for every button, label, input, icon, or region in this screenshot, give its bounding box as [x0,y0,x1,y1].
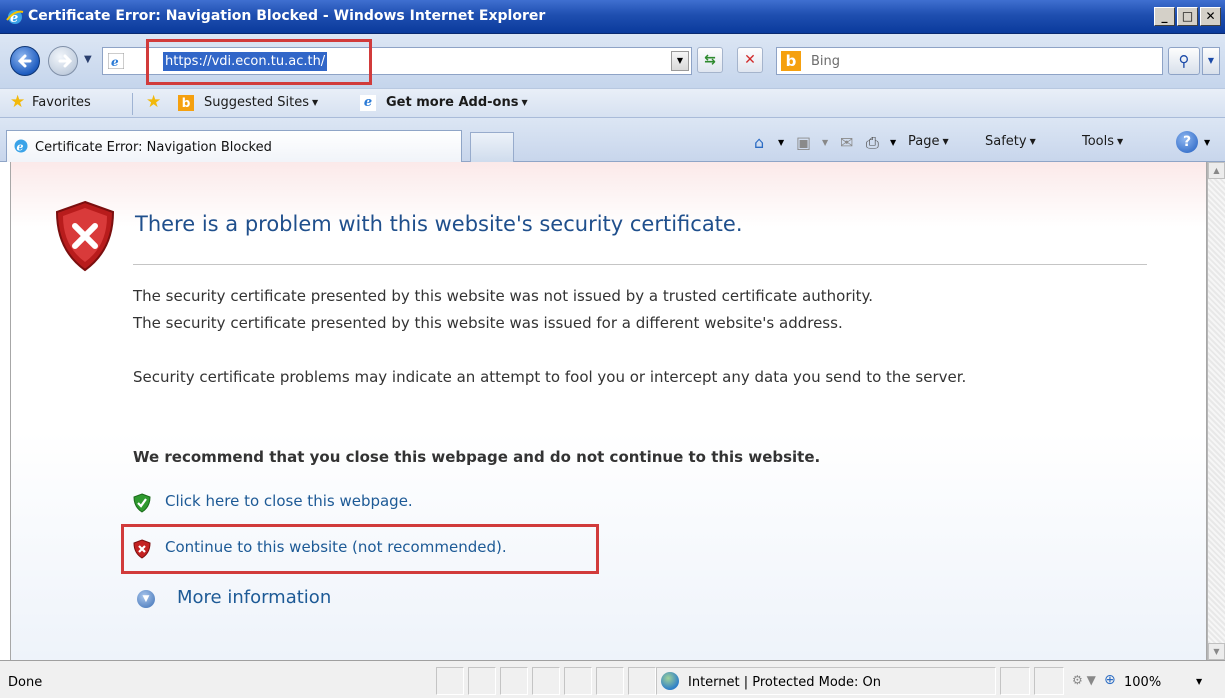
print-dropdown[interactable]: ▼ [890,138,896,147]
recommendation-text: We recommend that you close this webpage… [133,448,821,466]
zoom-dropdown[interactable]: ▼ [1196,677,1202,686]
status-panel [564,667,592,695]
window-title: Certificate Error: Navigation Blocked - … [28,8,546,24]
ie-page-icon: e [108,53,124,69]
search-placeholder[interactable]: Bing [811,54,840,69]
print-icon[interactable]: ⎙ [866,133,879,153]
status-panel [532,667,560,695]
popup-blocker-icon[interactable]: ⚙ ▼ [1072,673,1096,687]
cert-reason-2: The security certificate presented by th… [133,314,843,332]
page-menu[interactable]: Page ▼ [908,134,949,149]
scroll-down-button[interactable]: ▼ [1208,643,1225,660]
svg-text:e: e [17,141,24,154]
vertical-scrollbar[interactable]: ▲ ▼ [1207,162,1225,660]
url-text[interactable]: https://vdi.econ.tu.ac.th/ [163,52,328,71]
security-zone-text[interactable]: Internet | Protected Mode: On [688,675,881,690]
favorites-star-icon: ★ [10,92,26,112]
status-panel [436,667,464,695]
status-text: Done [8,675,43,690]
favorites-button[interactable]: Favorites [32,95,91,110]
minimize-button[interactable]: _ [1154,7,1175,26]
expand-circle-icon: ▼ [137,590,155,608]
help-dropdown[interactable]: ▼ [1204,138,1210,147]
home-icon[interactable]: ⌂ [754,133,764,152]
stop-icon: ✕ [744,52,756,68]
scroll-up-button[interactable]: ▲ [1208,162,1225,179]
cert-warning-text: Security certificate problems may indica… [133,368,967,386]
tab-label: Certificate Error: Navigation Blocked [35,140,272,155]
tools-menu[interactable]: Tools ▼ [1082,134,1123,149]
zoom-icon[interactable]: ⊕ [1104,672,1116,688]
bing-icon: b [781,51,801,71]
address-bar[interactable]: e https://vdi.econ.tu.ac.th/ ▼ [102,47,692,75]
continue-website-link[interactable]: Continue to this website (not recommende… [165,538,507,556]
search-icon: ⚲ [1178,52,1190,70]
more-information-link[interactable]: More information [177,587,331,608]
tab-row: e Certificate Error: Navigation Blocked … [0,118,1225,162]
bing-icon: b [178,95,194,111]
status-panel [500,667,528,695]
search-options-dropdown[interactable]: ▼ [1202,47,1220,75]
error-headline: There is a problem with this website's s… [135,212,743,236]
svg-text:e: e [111,55,119,69]
divider [133,264,1147,265]
close-webpage-link[interactable]: Click here to close this webpage. [165,492,413,510]
safety-menu[interactable]: Safety ▼ [985,134,1036,149]
tab-certificate-error[interactable]: e Certificate Error: Navigation Blocked [6,130,462,162]
status-panel [596,667,624,695]
search-box[interactable]: b Bing [776,47,1163,75]
suggested-sites-link[interactable]: Suggested Sites ▼ [204,95,318,110]
zoom-level[interactable]: 100% [1124,675,1161,690]
status-bar: Done Internet | Protected Mode: On ⚙ ▼ ⊕… [0,660,1225,698]
get-more-addons-link[interactable]: Get more Add-ons ▼ [386,95,528,110]
add-favorites-icon[interactable]: ★ [146,92,161,112]
status-panel [1000,667,1030,695]
back-arrow-icon [18,54,32,68]
title-bar: e Certificate Error: Navigation Blocked … [0,0,1225,34]
status-panel [1034,667,1064,695]
feeds-dropdown[interactable]: ▼ [822,138,828,147]
close-window-button[interactable]: ✕ [1200,7,1221,26]
status-panel [468,667,496,695]
stop-button[interactable]: ✕ [737,47,763,73]
favorites-bar: ★ Favorites ★ b Suggested Sites ▼ e Get m… [0,88,1225,118]
address-dropdown-button[interactable]: ▼ [671,51,689,71]
status-panel [628,667,656,695]
shield-error-icon [133,539,151,559]
maximize-button[interactable]: □ [1177,7,1198,26]
content-area: There is a problem with this website's s… [10,162,1207,660]
home-dropdown[interactable]: ▼ [778,138,784,147]
forward-button[interactable] [48,46,78,76]
refresh-icon: ⇆ [704,52,716,68]
ie-page-icon: e [14,139,28,154]
ie-page-icon: e [360,95,376,111]
ie-logo-icon: e [6,10,24,26]
new-tab-button[interactable] [470,132,514,162]
search-button[interactable]: ⚲ [1168,47,1200,75]
shield-ok-icon [133,493,151,513]
feeds-icon[interactable]: ▣ [796,133,811,152]
forward-arrow-icon [58,54,72,68]
separator [132,93,133,115]
shield-error-icon [55,200,115,272]
refresh-button[interactable]: ⇆ [697,47,723,73]
cert-reason-1: The security certificate presented by th… [133,287,874,305]
mail-icon[interactable]: ✉ [840,133,853,152]
recent-pages-dropdown[interactable]: ▼ [84,54,92,65]
globe-icon [661,672,679,690]
help-icon[interactable]: ? [1176,131,1198,153]
back-button[interactable] [10,46,40,76]
